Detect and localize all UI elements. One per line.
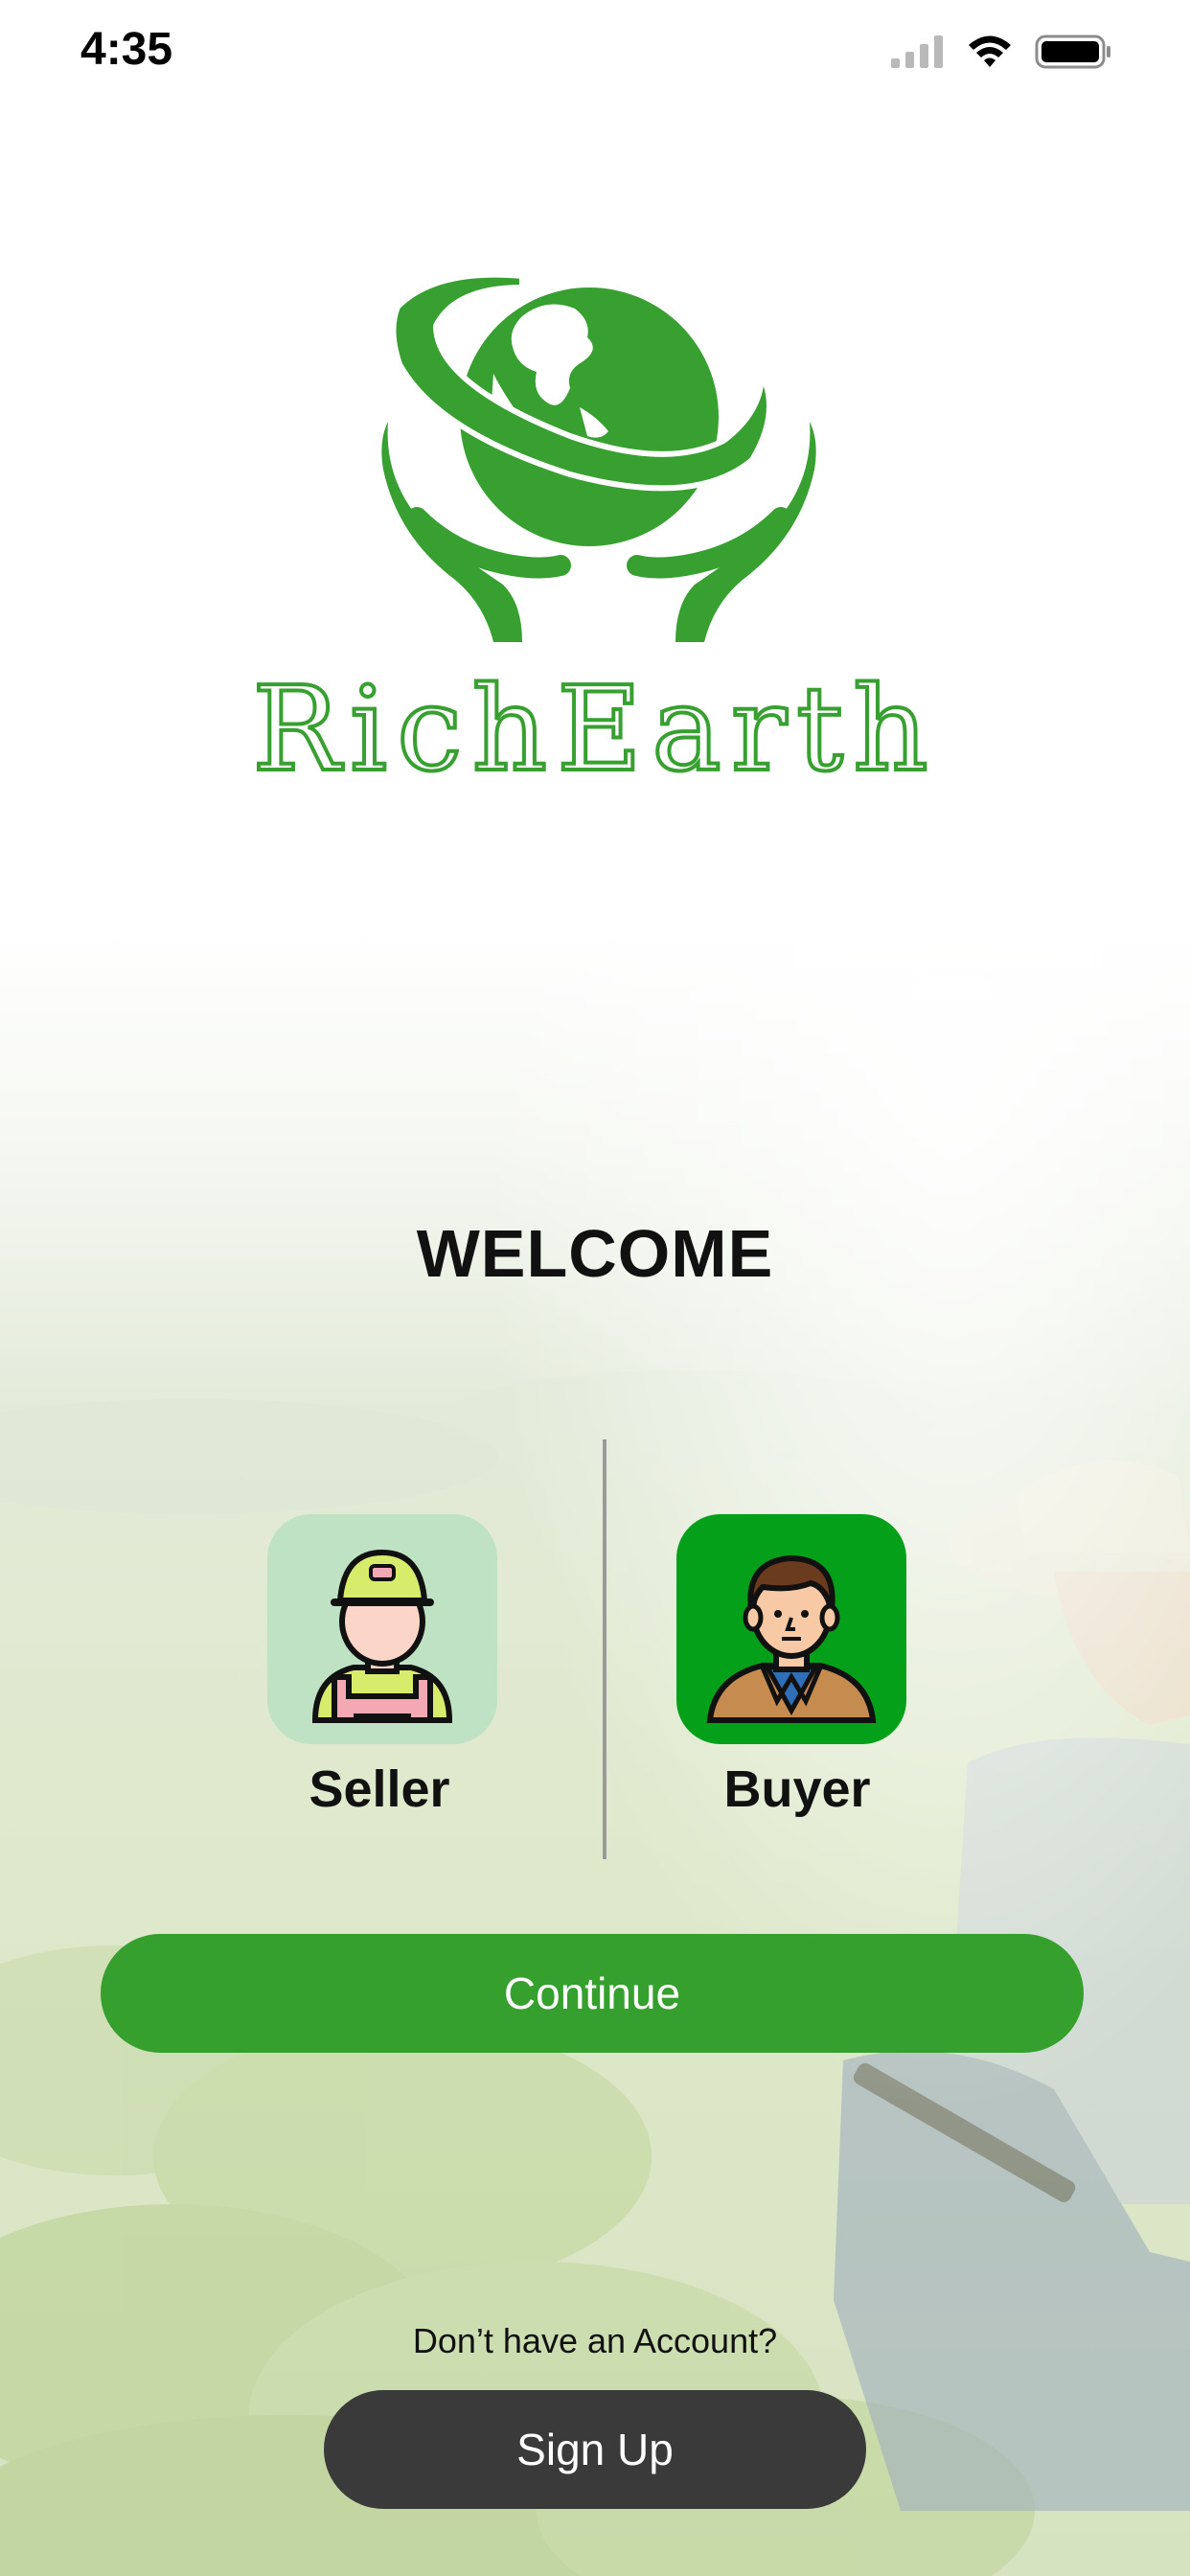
role-divider bbox=[603, 1439, 606, 1859]
brand-name: RichEarth bbox=[250, 659, 938, 799]
cellular-signal-icon bbox=[891, 35, 943, 68]
seller-label: Seller bbox=[309, 1760, 450, 1818]
status-time: 4:35 bbox=[80, 24, 173, 75]
buyer-role-tile[interactable] bbox=[676, 1514, 906, 1744]
man-avatar-icon bbox=[706, 1554, 877, 1723]
sign-up-button[interactable]: Sign Up bbox=[324, 2390, 866, 2509]
wifi-icon bbox=[969, 35, 1011, 67]
welcome-screen: 4:35 RichEarth WELCOME Seller Buyer Cont… bbox=[0, 0, 1190, 2576]
no-account-text: Don’t have an Account? bbox=[412, 2321, 778, 2360]
farmer-avatar-icon bbox=[311, 1549, 453, 1723]
welcome-title: WELCOME bbox=[416, 1216, 774, 1291]
seller-role-tile[interactable] bbox=[267, 1514, 497, 1744]
globe-in-hands-icon bbox=[381, 271, 816, 642]
status-bar: 4:35 bbox=[0, 0, 1190, 105]
battery-icon bbox=[1035, 34, 1110, 69]
continue-button[interactable]: Continue bbox=[101, 1934, 1084, 2053]
status-icons bbox=[891, 33, 1111, 71]
buyer-label: Buyer bbox=[723, 1760, 871, 1818]
